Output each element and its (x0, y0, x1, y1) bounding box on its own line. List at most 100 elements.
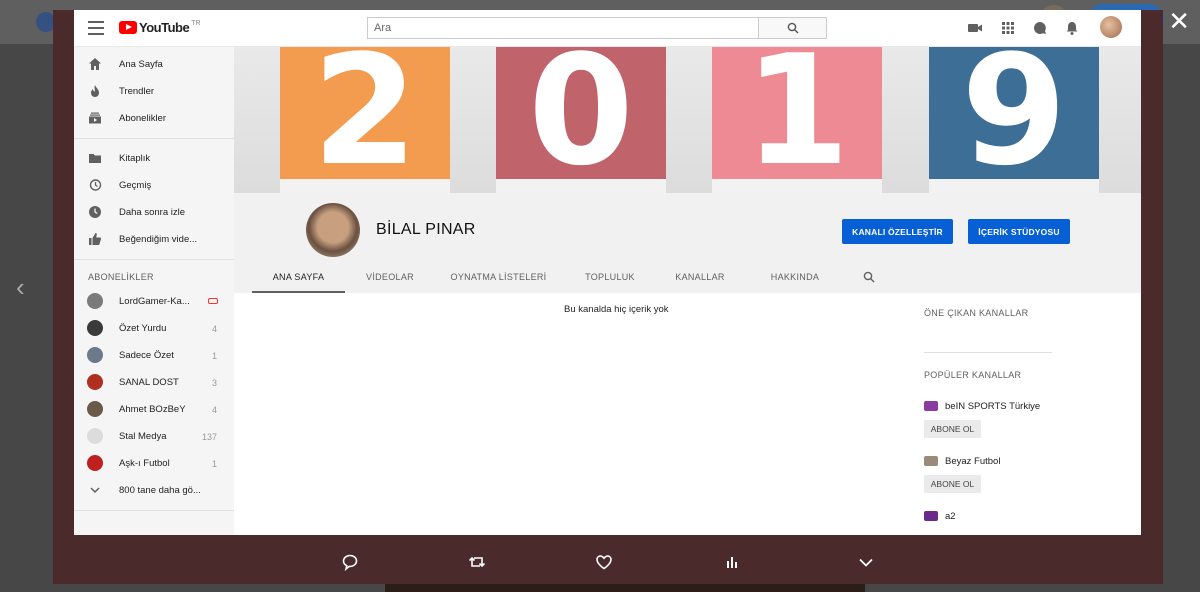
tab-playlists[interactable]: OYNATMA LİSTELERİ (441, 263, 556, 291)
banner-digit-tile: 2 (280, 47, 450, 193)
channel-avatar[interactable] (306, 203, 360, 257)
sidebar-item-library[interactable]: Kitaplık (74, 145, 234, 172)
youtube-sidebar: Ana Sayfa Trendler Abonelikler Kitaplık … (74, 47, 234, 535)
messages-icon[interactable] (1032, 20, 1048, 36)
sidebar-item-trending[interactable]: Trendler (74, 78, 234, 105)
channel-header: BİLAL PINAR KANALI ÖZELLEŞTİR İÇERİK STÜ… (234, 193, 1141, 293)
search-icon (863, 271, 875, 283)
sidebar-item-label: Daha sonra izle (119, 207, 186, 218)
tab-about[interactable]: HAKKINDA (755, 263, 835, 291)
like-icon[interactable] (595, 553, 613, 571)
apps-grid-icon[interactable] (1000, 20, 1016, 36)
featured-channels-header: ÖNE ÇIKAN KANALLAR (924, 308, 1029, 318)
banner-tile-base (929, 179, 1099, 193)
analytics-icon[interactable] (723, 553, 741, 571)
subscription-label: SANAL DOST (119, 377, 179, 388)
subscription-item[interactable]: Özet Yurdu 4 (74, 315, 234, 342)
search-input[interactable]: Ara (367, 17, 759, 39)
clock-icon (89, 206, 101, 218)
show-more-subscriptions[interactable]: 800 tane daha gö... (74, 477, 234, 504)
channel-avatar (87, 455, 103, 471)
close-icon[interactable]: ✕ (1168, 6, 1190, 36)
popular-channels-header: POPÜLER KANALLAR (924, 370, 1022, 380)
channel-avatar (87, 401, 103, 417)
subscription-item[interactable]: Sadece Özet 1 (74, 342, 234, 369)
subscription-label: Aşk-ı Futbol (119, 458, 170, 469)
tab-home[interactable]: ANA SAYFA (252, 263, 345, 293)
search-icon (787, 22, 798, 34)
tab-videos[interactable]: VİDEOLAR (355, 263, 425, 291)
sidebar-item-home[interactable]: Ana Sayfa (74, 51, 234, 78)
sidebar-item-subscriptions[interactable]: Abonelikler (74, 105, 234, 132)
popular-channel-name: Beyaz Futbol (945, 455, 1001, 467)
subscribe-button[interactable]: ABONE OL (924, 420, 981, 438)
subscription-label: LordGamer-Ka... (119, 296, 190, 307)
create-video-icon[interactable] (967, 20, 983, 36)
subscription-label: Sadece Özet (119, 350, 174, 361)
folder-icon (89, 154, 101, 163)
search-button[interactable] (759, 17, 827, 39)
previous-arrow-icon[interactable]: ‹ (16, 272, 25, 303)
thumbs-up-icon (89, 233, 102, 245)
channel-avatar (87, 347, 103, 363)
sidebar-item-label: Geçmiş (119, 180, 152, 191)
subscribe-button[interactable]: ABONE OL (924, 475, 981, 493)
channel-logo (924, 511, 938, 521)
banner-digit-tile: 1 (712, 47, 882, 193)
subscription-count: 4 (211, 404, 217, 415)
show-more-label: 800 tane daha gö... (119, 485, 201, 496)
reply-icon[interactable] (341, 553, 359, 571)
empty-channel-message: Bu kanalda hiç içerik yok (564, 304, 669, 315)
flame-icon (91, 85, 99, 97)
youtube-logo[interactable]: YouTube TR (119, 20, 201, 35)
banner-tile-base (280, 179, 450, 193)
subscription-label: Ahmet BOzBeY (119, 404, 186, 415)
live-icon (208, 298, 218, 304)
side-panel-divider (924, 352, 1052, 353)
youtube-country-code: TR (191, 20, 201, 27)
youtube-screenshot: YouTube TR Ara Ana Sayfa Trendler Abonel… (74, 10, 1141, 535)
sidebar-item-history[interactable]: Geçmiş (74, 172, 234, 199)
banner-digit: 2 (312, 47, 418, 193)
banner-tile-base (712, 179, 882, 193)
sidebar-item-liked-videos[interactable]: Beğendiğim vide... (74, 226, 234, 253)
tab-community[interactable]: TOPLULUK (575, 263, 645, 291)
subscription-count: 3 (211, 377, 217, 388)
creator-studio-button[interactable]: İÇERİK STÜDYOSU (968, 219, 1070, 244)
banner-digit: 0 (528, 47, 634, 193)
subscription-item[interactable]: Ahmet BOzBeY 4 (74, 396, 234, 423)
subscription-item[interactable]: SANAL DOST 3 (74, 369, 234, 396)
channel-avatar (87, 320, 103, 336)
subscription-count: 137 (201, 431, 217, 442)
channel-avatar (87, 374, 103, 390)
subscription-item[interactable]: Aşk-ı Futbol 1 (74, 450, 234, 477)
subscription-label: Özet Yurdu (119, 323, 167, 334)
channel-banner: 2 0 1 9 (234, 47, 1141, 193)
subscription-item[interactable]: LordGamer-Ka... (74, 288, 234, 315)
sidebar-item-label: Beğendiğim vide... (119, 234, 198, 245)
channel-name: BİLAL PINAR (376, 221, 476, 238)
banner-digit: 9 (961, 47, 1067, 193)
subscription-item[interactable]: Stal Medya 137 (74, 423, 234, 450)
popular-channel-item[interactable]: beIN SPORTS Türkiye (924, 398, 1040, 414)
popular-channel-item[interactable]: a2 (924, 508, 956, 524)
customize-channel-button[interactable]: KANALI ÖZELLEŞTİR (842, 219, 953, 244)
notifications-bell-icon[interactable] (1064, 20, 1080, 36)
popular-channel-name: a2 (945, 510, 956, 522)
subscription-count: 4 (211, 323, 217, 334)
background-image-strip (385, 584, 865, 592)
sidebar-item-watch-later[interactable]: Daha sonra izle (74, 199, 234, 226)
chevron-down-icon (90, 487, 100, 494)
tab-channels[interactable]: KANALLAR (665, 263, 735, 291)
sidebar-divider (74, 510, 234, 511)
tweet-actions-bar (53, 535, 1163, 584)
hamburger-menu-icon[interactable] (88, 21, 104, 35)
chevron-down-icon[interactable] (857, 553, 875, 571)
tab-search[interactable] (859, 263, 879, 291)
popular-channel-item[interactable]: Beyaz Futbol (924, 453, 1000, 469)
sidebar-divider (74, 259, 234, 260)
retweet-icon[interactable] (468, 553, 486, 571)
account-avatar[interactable] (1100, 16, 1122, 38)
banner-tile-base (496, 179, 666, 193)
banner-digit: 1 (744, 47, 850, 193)
